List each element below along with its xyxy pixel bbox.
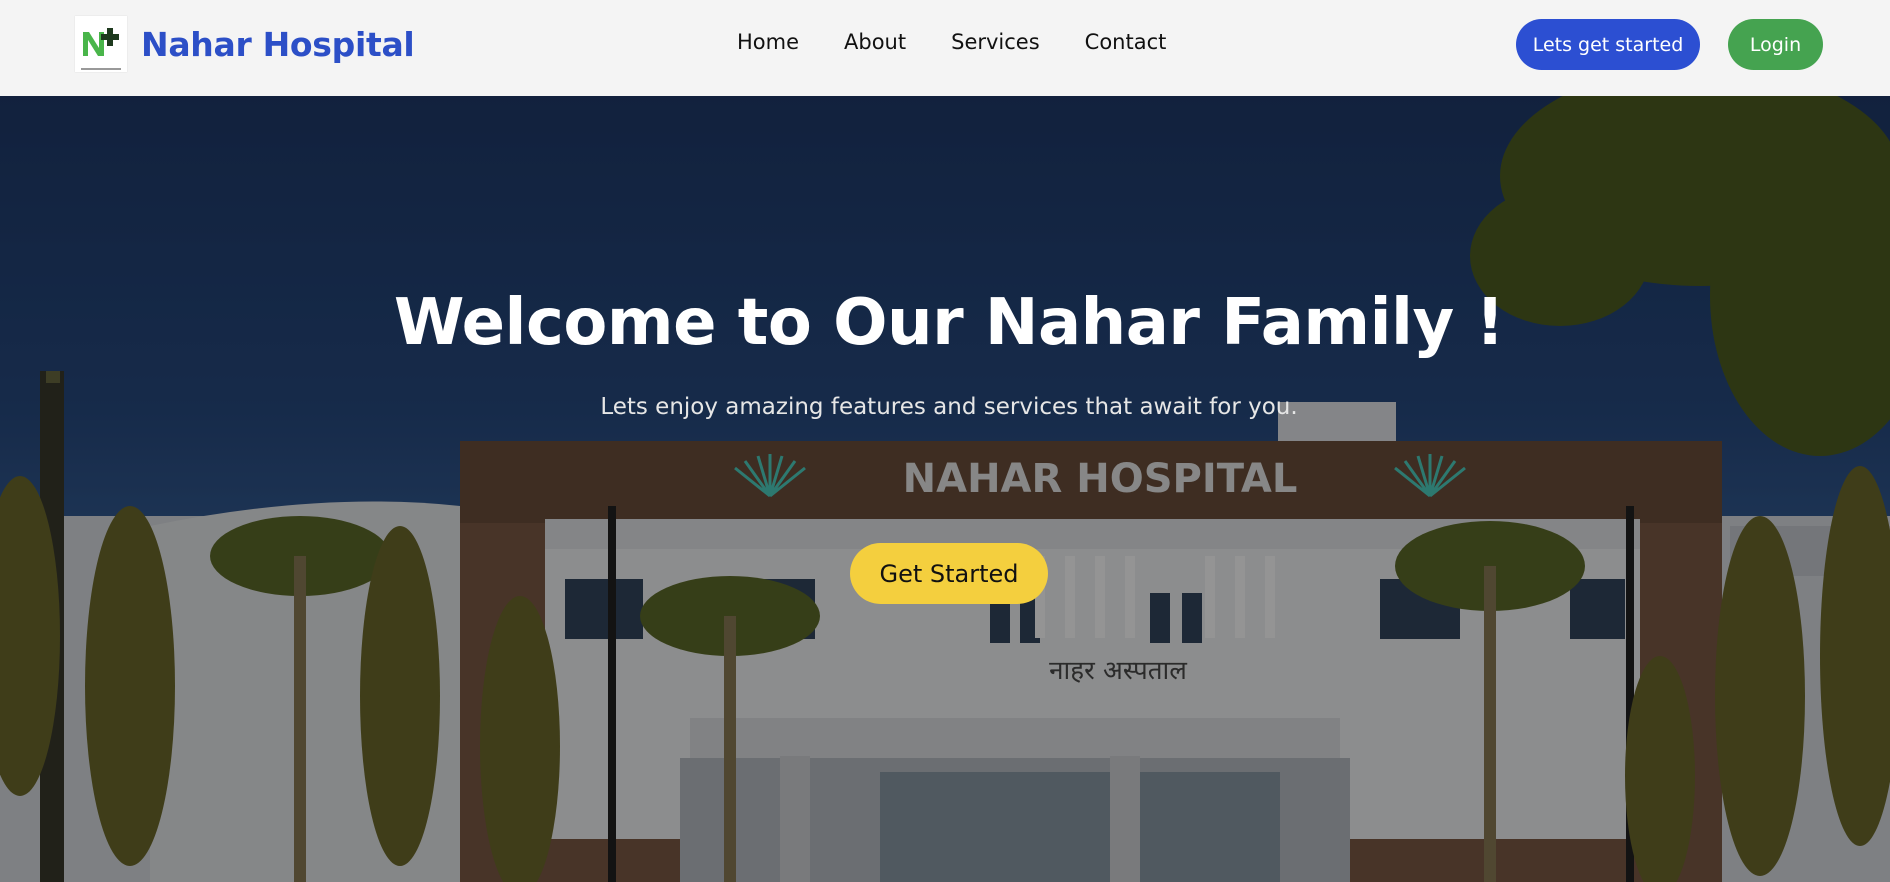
get-started-button[interactable]: Get Started	[850, 543, 1048, 604]
hospital-cross-logo-icon[interactable]	[75, 16, 127, 72]
nav-about[interactable]: About	[844, 30, 906, 54]
nav-home[interactable]: Home	[737, 30, 799, 54]
hero-dark-overlay	[0, 96, 1890, 882]
hero-section: NAHAR HOSPITAL नाहर अस्पताल Welcome to O…	[0, 96, 1890, 882]
brand[interactable]: Nahar Hospital	[75, 16, 415, 72]
nav-services[interactable]: Services	[951, 30, 1040, 54]
top-navbar: Nahar Hospital Home About Services Conta…	[0, 0, 1890, 96]
hero-subtitle: Lets enjoy amazing features and services…	[600, 394, 1298, 420]
login-button[interactable]: Login	[1728, 19, 1823, 70]
hero-title: Welcome to Our Nahar Family !	[393, 286, 1505, 360]
nav-links: Home About Services Contact	[737, 30, 1166, 54]
lets-get-started-button[interactable]: Lets get started	[1516, 19, 1700, 70]
nav-contact[interactable]: Contact	[1085, 30, 1167, 54]
brand-name[interactable]: Nahar Hospital	[141, 25, 415, 64]
